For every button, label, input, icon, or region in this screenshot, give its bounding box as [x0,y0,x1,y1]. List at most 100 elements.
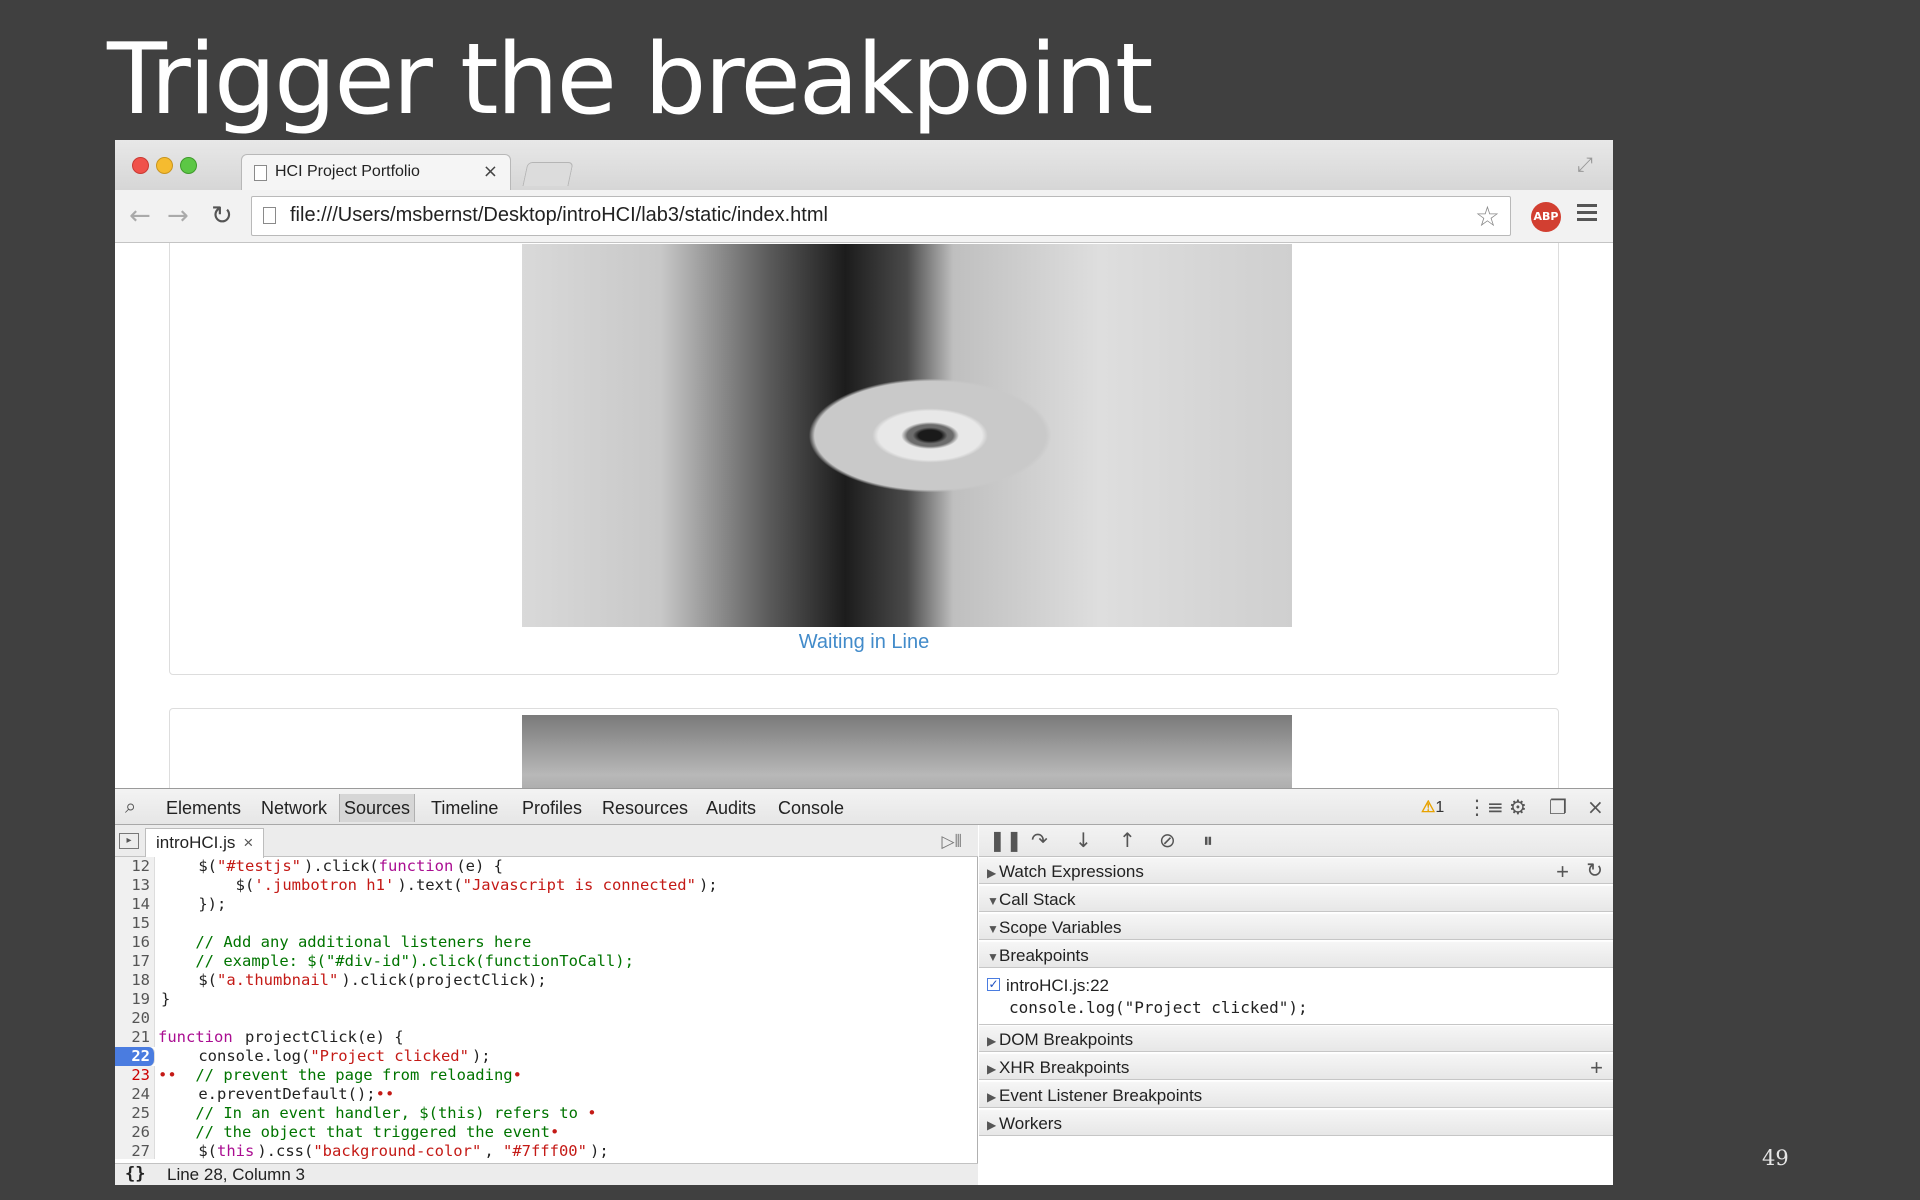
line-number[interactable]: 12 [115,857,155,876]
code-line[interactable]: 17 // example: $("#div-id").click(functi… [115,952,978,971]
line-number[interactable]: 21 [115,1028,155,1047]
code-line[interactable]: 14 }); [115,895,978,914]
dom-breakpoints-header[interactable]: ▶ DOM Breakpoints [979,1025,1613,1052]
deactivate-breakpoints-icon[interactable]: ⊘ [1159,828,1176,852]
show-console-icon[interactable]: ⋮≡ [1467,795,1504,819]
line-number[interactable]: 13 [115,876,155,895]
fullscreen-icon[interactable]: ⤢ [1577,152,1593,176]
project-photo[interactable] [522,244,1292,627]
tab-audits[interactable]: Audits [706,798,756,819]
breakpoints-header[interactable]: ▼Breakpoints [979,941,1613,968]
step-out-icon[interactable]: ↑ [1119,828,1136,852]
address-bar[interactable]: file:///Users/msbernst/Desktop/introHCI/… [251,196,1511,236]
line-number[interactable]: 16 [115,933,155,952]
tab-network[interactable]: Network [261,798,327,819]
line-number[interactable]: 14 [115,895,155,914]
xhr-breakpoints-header[interactable]: ▶ XHR Breakpoints + [979,1053,1613,1080]
code-text: •• // prevent the page from reloading• [158,1066,522,1084]
project-thumbnail-card[interactable]: Waiting in Line [169,243,1559,675]
add-xhr-breakpoint-icon[interactable]: + [1590,1054,1603,1081]
code-text: console.log("Project clicked"); [161,1047,491,1065]
code-line[interactable]: 16 // Add any additional listeners here [115,933,978,952]
browser-menu-icon[interactable] [1577,204,1597,225]
breakpoint-checkbox[interactable]: ✓ [987,978,1000,991]
breakpoint-location[interactable]: introHCI.js:22 [1006,976,1109,996]
code-line[interactable]: 27 $(this).css("background-color", "#7ff… [115,1142,978,1159]
code-line[interactable]: 22 console.log("Project clicked"); [115,1047,978,1066]
breakpoint-snippet: console.log("Project clicked"); [1009,998,1308,1017]
line-number[interactable]: 18 [115,971,155,990]
tab-console[interactable]: Console [778,798,844,819]
dock-icon[interactable]: ❐ [1549,795,1567,819]
debugger-toggle-icon[interactable]: ▷⦀ [941,832,962,852]
line-number[interactable]: 19 [115,990,155,1009]
reload-icon[interactable]: ↻ [211,201,233,231]
browser-tab-title: HCI Project Portfolio [275,163,420,180]
bookmark-star-icon[interactable]: ☆ [1475,200,1500,233]
event-listener-breakpoints-header[interactable]: ▶ Event Listener Breakpoints [979,1081,1613,1108]
debugger-toolbar: ❚❚ ↷ ↓ ↑ ⊘ ⏸ [979,825,1613,857]
watch-expressions-header[interactable]: ▶ Watch Expressions + ↻ [979,857,1613,884]
add-expression-icon[interactable]: + [1556,858,1569,885]
code-area[interactable]: 12 $("#testjs").click(function (e) {13 $(… [115,857,978,1159]
close-file-icon[interactable]: × [243,833,253,852]
close-window-button[interactable] [132,157,149,174]
forward-arrow-icon[interactable]: → [167,201,189,231]
project-photo[interactable] [522,715,1292,788]
line-number[interactable]: 25 [115,1104,155,1123]
close-devtools-icon[interactable]: × [1587,795,1604,819]
refresh-icon[interactable]: ↻ [1586,858,1603,885]
close-tab-icon[interactable]: × [483,161,498,182]
minimize-window-button[interactable] [156,157,173,174]
code-line[interactable]: 15 [115,914,978,933]
line-number[interactable]: 24 [115,1085,155,1104]
code-line[interactable]: 18 $("a.thumbnail").click(projectClick); [115,971,978,990]
line-number[interactable]: 26 [115,1123,155,1142]
code-line[interactable]: 23 •• // prevent the page from reloading• [115,1066,978,1085]
step-into-icon[interactable]: ↓ [1075,828,1092,852]
file-tab-introhci[interactable]: introHCI.js × [145,828,265,858]
pane-title: Watch Expressions [999,862,1144,881]
tab-sources[interactable]: Sources [339,794,416,822]
call-stack-header[interactable]: ▼Call Stack [979,885,1613,912]
step-over-icon[interactable]: ↷ [1031,828,1048,852]
adblock-extension-icon[interactable]: ABP [1531,202,1561,232]
line-number[interactable]: 20 [115,1009,155,1028]
new-tab-button[interactable] [522,162,574,186]
project-caption[interactable]: Waiting in Line [170,631,1558,654]
back-arrow-icon[interactable]: ← [129,201,151,231]
code-line[interactable]: 21 function projectClick(e) { [115,1028,978,1047]
gear-icon[interactable]: ⚙ [1509,795,1527,819]
pane-title: Scope Variables [999,918,1122,937]
line-number[interactable]: 17 [115,952,155,971]
tab-profiles[interactable]: Profiles [522,798,582,819]
tab-timeline[interactable]: Timeline [431,798,498,819]
url-text[interactable]: file:///Users/msbernst/Desktop/introHCI/… [290,204,828,227]
browser-tab[interactable]: HCI Project Portfolio × [241,154,511,190]
project-thumbnail-card[interactable] [169,708,1559,788]
code-line[interactable]: 12 $("#testjs").click(function (e) { [115,857,978,876]
code-line[interactable]: 20 [115,1009,978,1028]
navigator-toggle-icon[interactable]: ▸ [119,833,139,849]
pretty-print-icon[interactable]: {} [125,1164,145,1184]
search-icon[interactable]: ⌕ [125,794,136,818]
workers-header[interactable]: ▶ Workers [979,1109,1613,1136]
line-number[interactable]: 27 [115,1142,155,1159]
scope-variables-header[interactable]: ▼Scope Variables [979,913,1613,940]
line-number[interactable]: 15 [115,914,155,933]
tab-elements[interactable]: Elements [166,798,241,819]
pause-on-exceptions-icon[interactable]: ⏸ [1203,828,1213,852]
breakpoint-entry[interactable]: ✓ introHCI.js:22 console.log("Project cl… [979,973,1613,1025]
code-line[interactable]: 25 // In an event handler, $(this) refer… [115,1104,978,1123]
line-number[interactable]: 23 [115,1066,155,1085]
pane-title: XHR Breakpoints [999,1058,1130,1077]
code-line[interactable]: 13 $('.jumbotron h1').text("Javascript i… [115,876,978,895]
code-line[interactable]: 19} [115,990,978,1009]
warning-counter[interactable]: ⚠1 [1421,797,1444,817]
code-line[interactable]: 26 // the object that triggered the even… [115,1123,978,1142]
breakpoint-line-number[interactable]: 22 [115,1047,155,1066]
zoom-window-button[interactable] [180,157,197,174]
pause-icon[interactable]: ❚❚ [989,828,1023,852]
tab-resources[interactable]: Resources [602,798,688,819]
code-line[interactable]: 24 e.preventDefault();•• [115,1085,978,1104]
